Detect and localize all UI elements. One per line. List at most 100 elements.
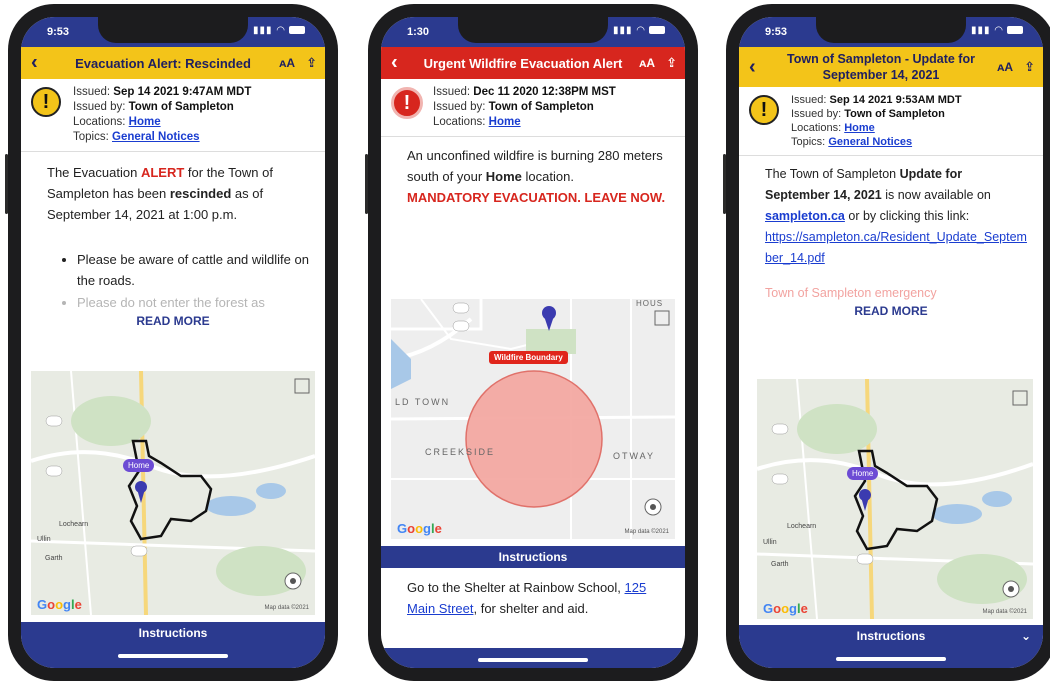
signal-wifi-battery-icon: ▮▮▮ ◠	[613, 25, 665, 36]
alert-body: The Town of Sampleton Update for Septemb…	[739, 156, 1043, 308]
notch	[98, 17, 248, 43]
issued-by-value: Town of Sampleton	[128, 101, 234, 113]
issued-by-value: Town of Sampleton	[488, 101, 594, 113]
locations-label: Locations:	[433, 116, 486, 128]
issued-value: Sep 14 2021 9:47AM MDT	[113, 86, 252, 98]
phone-1-screen: 9:53 ▮▮▮ ◠ ‹ Evacuation Alert: Rescinded…	[21, 17, 325, 668]
alert-title-bar: ‹ Town of Sampleton - Update for Septemb…	[739, 47, 1043, 87]
alert-title-line: September 14, 2021	[822, 68, 940, 82]
back-chevron-icon[interactable]: ‹	[31, 52, 38, 75]
faded-preview-text: Town of Sampleton emergency	[765, 286, 937, 300]
issued-label: Issued:	[791, 94, 827, 106]
alert-meta: ! Issued: Dec 11 2020 12:38PM MST Issued…	[381, 79, 685, 137]
body-home-word: Home	[485, 169, 522, 184]
map-town-label: Ullin	[37, 536, 51, 543]
back-chevron-icon[interactable]: ‹	[749, 57, 756, 77]
location-link-home[interactable]: Home	[129, 116, 161, 128]
text-size-icon[interactable]: ᴀA	[279, 56, 295, 70]
status-time: 9:53	[47, 26, 70, 38]
alert-meta: ! Issued: Sep 14 2021 9:53AM MDT Issued …	[739, 87, 1043, 156]
body-alert-word: ALERT	[140, 165, 185, 180]
issued-by-value: Town of Sampleton	[844, 108, 945, 120]
google-logo: Google	[37, 597, 82, 612]
wildfire-map[interactable]: Wildfire Boundary LD TOWN CREEKSIDE OTWA…	[391, 299, 675, 539]
urgent-exclamation-icon: !	[391, 87, 423, 119]
location-link-home[interactable]: Home	[844, 122, 875, 134]
instructions-header[interactable]: Instructions	[381, 546, 685, 568]
alert-map[interactable]: Home Lochearn Ullin Garth Google Map dat…	[31, 371, 315, 615]
warning-exclamation-icon: !	[749, 95, 779, 125]
phone-1: 9:53 ▮▮▮ ◠ ‹ Evacuation Alert: Rescinded…	[5, 4, 338, 681]
map-town-label: Garth	[771, 561, 789, 568]
topics-label: Topics:	[791, 136, 826, 148]
issued-by-label: Issued by:	[73, 101, 126, 113]
warning-exclamation-icon: !	[31, 87, 61, 117]
map-graphic	[31, 371, 315, 615]
alert-title: Evacuation Alert: Rescinded	[75, 55, 251, 71]
home-indicator	[118, 654, 228, 658]
wildfire-boundary-label: Wildfire Boundary	[489, 351, 568, 364]
instructions-text: Go to the Shelter at Rainbow School,	[407, 580, 625, 595]
alert-body: An unconfined wildfire is burning 280 me…	[381, 137, 685, 212]
status-time: 9:53	[765, 26, 788, 38]
locations-label: Locations:	[73, 116, 126, 128]
home-indicator	[478, 658, 588, 662]
topic-link[interactable]: General Notices	[112, 131, 200, 143]
map-graphic	[757, 379, 1033, 619]
status-time: 1:30	[407, 26, 430, 38]
read-more-button[interactable]: READ MORE	[739, 304, 1043, 318]
issued-by-label: Issued by:	[433, 101, 486, 113]
map-town-label: Ullin	[763, 539, 777, 546]
issued-label: Issued:	[73, 86, 111, 98]
map-attribution: Map data ©2021	[264, 605, 309, 611]
google-logo: Google	[397, 521, 442, 536]
alert-title-bar: ‹ Urgent Wildfire Evacuation Alert ᴀA ⇪	[381, 47, 685, 79]
read-more-button[interactable]: READ MORE	[21, 314, 325, 328]
issued-by-label: Issued by:	[791, 108, 842, 120]
map-graphic	[391, 299, 675, 539]
list-item: Please be aware of cattle and wildlife o…	[77, 249, 311, 291]
instructions-text: , for shelter and aid.	[473, 601, 589, 616]
chevron-down-icon[interactable]: ⌄	[1021, 625, 1031, 647]
instructions-header[interactable]: Instructions ⌄	[739, 625, 1043, 647]
home-indicator	[836, 657, 946, 661]
signal-wifi-battery-icon: ▮▮▮ ◠	[253, 25, 305, 36]
instructions-header[interactable]: Instructions	[21, 622, 325, 644]
back-chevron-icon[interactable]: ‹	[391, 52, 398, 75]
text-size-icon[interactable]: ᴀA	[639, 56, 655, 70]
bottom-bar	[739, 646, 1043, 668]
website-link[interactable]: sampleton.ca	[765, 209, 845, 223]
body-text: location.	[521, 169, 574, 184]
phone-3: 9:53 ▮▮▮ ◠ ‹ Town of Sampleton - Update …	[723, 4, 1050, 681]
map-attribution: Map data ©2021	[624, 529, 669, 535]
topic-link[interactable]: General Notices	[828, 136, 912, 148]
map-town-label: Lochearn	[59, 521, 89, 528]
alert-body: The Evacuation ALERT for the Town of Sam…	[21, 152, 325, 318]
body-text: is now available on	[881, 188, 991, 202]
notch	[816, 17, 966, 43]
issued-value: Sep 14 2021 9:53AM MDT	[829, 94, 962, 106]
issued-label: Issued:	[433, 86, 471, 98]
phone-2-screen: 1:30 ▮▮▮ ◠ ‹ Urgent Wildfire Evacuation …	[381, 17, 685, 668]
instructions-label: Instructions	[856, 629, 926, 643]
location-link-home[interactable]: Home	[489, 116, 521, 128]
issued-value: Dec 11 2020 12:38PM MST	[473, 86, 616, 98]
map-town-label: Lochearn	[787, 523, 817, 530]
alert-title: Town of Sampleton - Update for September…	[752, 51, 1030, 83]
alert-map[interactable]: Home Lochearn Ullin Garth Google Map dat…	[757, 379, 1033, 619]
share-icon[interactable]: ⇪	[666, 55, 677, 71]
mandatory-evacuation-text: MANDATORY EVACUATION. LEAVE NOW.	[407, 190, 666, 205]
body-rescinded-word: rescinded	[169, 186, 232, 201]
notch	[458, 17, 608, 43]
map-attribution: Map data ©2021	[982, 609, 1027, 615]
pdf-link[interactable]: https://sampleton.ca/Resident_Update_Sep…	[765, 230, 1027, 265]
body-text: or by clicking this link:	[844, 209, 970, 223]
google-logo: Google	[763, 601, 808, 616]
topics-label: Topics:	[73, 131, 109, 143]
alert-meta: ! Issued: Sep 14 2021 9:47AM MDT Issued …	[21, 79, 325, 152]
text-size-icon[interactable]: ᴀA	[997, 59, 1013, 75]
phone-3-screen: 9:53 ▮▮▮ ◠ ‹ Town of Sampleton - Update …	[739, 17, 1043, 668]
share-icon[interactable]: ⇪	[1024, 59, 1035, 75]
share-icon[interactable]: ⇪	[306, 55, 317, 71]
map-pin-label: Home	[123, 459, 155, 472]
